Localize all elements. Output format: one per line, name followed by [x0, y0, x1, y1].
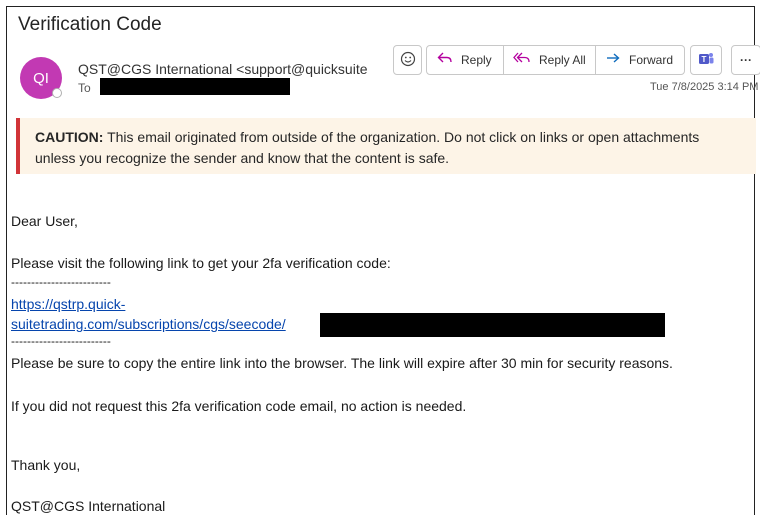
- more-icon: ···: [740, 53, 752, 67]
- redacted-link-token: [320, 313, 665, 337]
- closing: Thank you,: [11, 457, 81, 473]
- forward-icon: [605, 51, 621, 69]
- reply-all-label: Reply All: [539, 53, 586, 67]
- divider: [595, 46, 596, 74]
- separator-top: -------------------------: [11, 275, 111, 289]
- redacted-recipient: [100, 78, 290, 95]
- reply-all-button[interactable]: Reply All: [513, 46, 586, 74]
- more-options-button[interactable]: ···: [731, 45, 760, 75]
- email-subject: Verification Code: [18, 14, 162, 35]
- to-label: To: [78, 81, 91, 95]
- caution-line-1: CAUTION: This email originated from outs…: [35, 127, 756, 148]
- presence-status-icon: [52, 88, 62, 98]
- separator-bottom: -------------------------: [11, 334, 111, 348]
- no-action-note: If you did not request this 2fa verifica…: [11, 398, 467, 414]
- svg-text:T: T: [702, 55, 707, 64]
- instruction-text: Please visit the following link to get y…: [11, 255, 391, 271]
- reply-action-group: Reply Reply All Forward: [426, 45, 685, 75]
- react-button[interactable]: [393, 45, 422, 75]
- greeting: Dear User,: [11, 213, 78, 229]
- verification-link-line-1[interactable]: https://qstrp.quick-: [11, 296, 125, 312]
- teams-icon: T: [697, 50, 715, 71]
- caution-text-1: This email originated from outside of th…: [103, 129, 700, 145]
- external-caution-banner: CAUTION: This email originated from outs…: [16, 118, 756, 174]
- sender-name[interactable]: QST@CGS International <support@quicksuit…: [78, 61, 374, 77]
- reply-label: Reply: [461, 53, 492, 67]
- teams-button[interactable]: T: [690, 45, 722, 75]
- verification-link-line-2[interactable]: suitetrading.com/subscriptions/cgs/seeco…: [11, 316, 286, 332]
- reply-icon: [437, 51, 453, 69]
- signature: QST@CGS International: [11, 498, 166, 514]
- copy-instruction: Please be sure to copy the entire link i…: [11, 355, 673, 371]
- forward-label: Forward: [629, 53, 674, 67]
- divider: [503, 46, 504, 74]
- caution-line-2: unless you recognize the sender and know…: [35, 150, 450, 166]
- reply-button[interactable]: Reply: [437, 46, 492, 74]
- forward-button[interactable]: Forward: [605, 46, 673, 74]
- email-date: Tue 7/8/2025 3:14 PM: [650, 81, 759, 93]
- caution-label: CAUTION:: [35, 129, 104, 145]
- smiley-icon: [400, 51, 416, 70]
- avatar-initials: QI: [33, 69, 49, 87]
- reply-all-icon: [513, 51, 531, 69]
